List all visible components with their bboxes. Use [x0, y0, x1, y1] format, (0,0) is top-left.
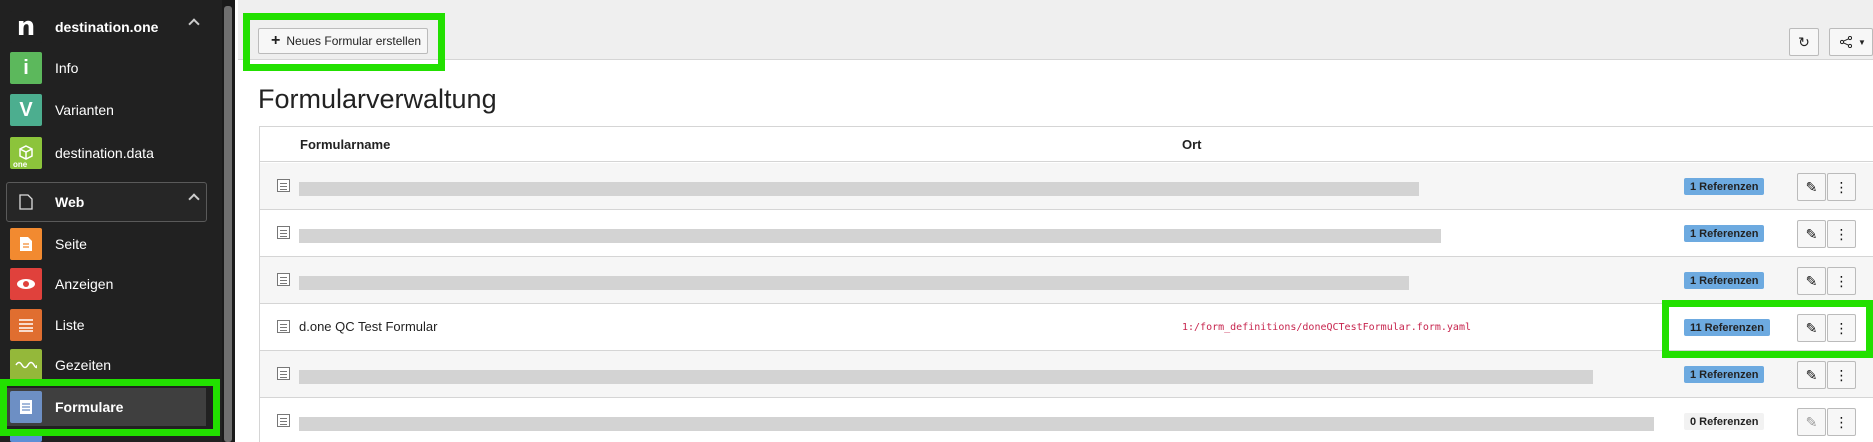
table-row[interactable]: 0 Referenzen ✎ ⋮: [260, 398, 1873, 442]
sidebar-item-varianten[interactable]: V Varianten: [10, 94, 114, 126]
references-badge[interactable]: 11 Referenzen: [1684, 319, 1770, 336]
share-icon: [1840, 36, 1852, 48]
table-row[interactable]: d.one QC Test Formular 1:/form_definitio…: [260, 304, 1873, 351]
form-file-icon: [277, 414, 290, 427]
new-form-label: Neues Formular erstellen: [286, 34, 422, 48]
sidebar-brand[interactable]: n destination.one: [10, 11, 200, 43]
sidebar-item-liste[interactable]: Liste: [10, 309, 85, 341]
sidebar-item-label: Formulare: [55, 399, 124, 415]
refresh-icon: ↻: [1798, 33, 1810, 50]
cube-icon: one: [10, 137, 42, 169]
sidebar-item-label: Varianten: [55, 102, 114, 118]
app-root: n destination.one i Info V Varianten one…: [0, 0, 1873, 442]
form-file-icon: [277, 226, 290, 239]
table-row[interactable]: 1 Referenzen ✎ ⋮: [260, 257, 1873, 304]
sidebar-item-gezeiten[interactable]: Gezeiten: [10, 349, 111, 381]
redacted-text: [299, 370, 1593, 384]
brand-logo-icon: n: [10, 11, 42, 43]
form-path: 1:/form_definitions/doneQCTestFormular.f…: [1182, 322, 1471, 333]
sidebar-item-label: Anzeigen: [55, 276, 114, 292]
eye-icon: [10, 268, 42, 300]
page-title: Formularverwaltung: [258, 84, 497, 114]
list-icon: [10, 309, 42, 341]
references-badge[interactable]: 1 Referenzen: [1684, 178, 1765, 195]
table-row[interactable]: 1 Referenzen ✎ ⋮: [260, 210, 1873, 257]
sidebar-item-label: Gezeiten: [55, 357, 112, 373]
sidebar-item-formulare[interactable]: Formulare: [10, 391, 123, 423]
plus-icon: +: [271, 32, 281, 49]
caret-down-icon: ▼: [1858, 37, 1866, 47]
new-form-button[interactable]: + Neues Formular erstellen: [258, 28, 428, 54]
edit-button[interactable]: ✎: [1797, 314, 1826, 342]
column-header-location: Ort: [1182, 137, 1202, 152]
sidebar-item-seite[interactable]: Seite: [10, 228, 87, 260]
sidebar-group-web-header[interactable]: Web: [10, 186, 200, 218]
references-badge[interactable]: 1 Referenzen: [1684, 225, 1765, 242]
variants-icon: V: [10, 94, 42, 126]
more-options-button[interactable]: ⋮: [1827, 314, 1856, 342]
forms-table: Formularname Ort 1 Referenzen ✎ ⋮ 1 Refe…: [259, 126, 1873, 442]
sidebar-scrollbar-thumb[interactable]: [224, 6, 232, 442]
form-file-icon: [277, 179, 290, 192]
sidebar-item-info[interactable]: i Info: [10, 52, 78, 84]
edit-button[interactable]: ✎: [1797, 220, 1826, 248]
more-options-button[interactable]: ⋮: [1827, 267, 1856, 295]
chevron-up-icon[interactable]: [188, 18, 200, 30]
references-badge[interactable]: 0 Referenzen: [1684, 413, 1765, 430]
references-badge[interactable]: 1 Referenzen: [1684, 366, 1765, 383]
edit-button[interactable]: ✎: [1797, 267, 1826, 295]
sidebar-item-anzeigen[interactable]: Anzeigen: [10, 268, 113, 300]
form-file-icon: [277, 367, 290, 380]
one-tag: one: [13, 160, 28, 169]
module-sidebar: n destination.one i Info V Varianten one…: [0, 0, 235, 442]
redacted-text: [299, 229, 1441, 243]
page-icon: [10, 228, 42, 260]
wave-icon: [10, 349, 42, 381]
table-row[interactable]: 1 Referenzen ✎ ⋮: [260, 351, 1873, 398]
table-row[interactable]: 1 Referenzen ✎ ⋮: [260, 163, 1873, 210]
sidebar-item-label: Liste: [55, 317, 85, 333]
next-module-icon: [10, 434, 42, 442]
more-options-button[interactable]: ⋮: [1827, 220, 1856, 248]
references-badge[interactable]: 1 Referenzen: [1684, 272, 1765, 289]
form-icon: [10, 391, 42, 423]
refresh-button[interactable]: ↻: [1789, 28, 1819, 56]
column-header-name: Formularname: [300, 137, 391, 152]
form-name[interactable]: d.one QC Test Formular: [299, 319, 437, 334]
sidebar-group-label: Web: [55, 194, 85, 210]
share-button[interactable]: ▼: [1829, 28, 1873, 56]
document-icon: [10, 186, 42, 218]
docheader-toolbar: [238, 0, 1873, 60]
more-options-button[interactable]: ⋮: [1827, 361, 1856, 389]
edit-button[interactable]: ✎: [1797, 361, 1826, 389]
more-options-button[interactable]: ⋮: [1827, 173, 1856, 201]
redacted-text: [299, 417, 1654, 431]
form-file-icon: [277, 320, 290, 333]
sidebar-item-label: destination.data: [55, 145, 154, 161]
edit-button[interactable]: ✎: [1797, 173, 1826, 201]
brand-label: destination.one: [55, 19, 159, 35]
more-options-button[interactable]: ⋮: [1827, 408, 1856, 436]
sidebar-item-label: Info: [55, 60, 79, 76]
sidebar-item-label: Seite: [55, 236, 87, 252]
redacted-text: [299, 182, 1419, 196]
edit-button[interactable]: ✎: [1797, 408, 1826, 436]
info-icon: i: [10, 52, 42, 84]
sidebar-item-destination-data[interactable]: one destination.data: [10, 137, 154, 169]
table-header: Formularname Ort: [260, 127, 1873, 162]
redacted-text: [299, 276, 1409, 290]
form-file-icon: [277, 273, 290, 286]
